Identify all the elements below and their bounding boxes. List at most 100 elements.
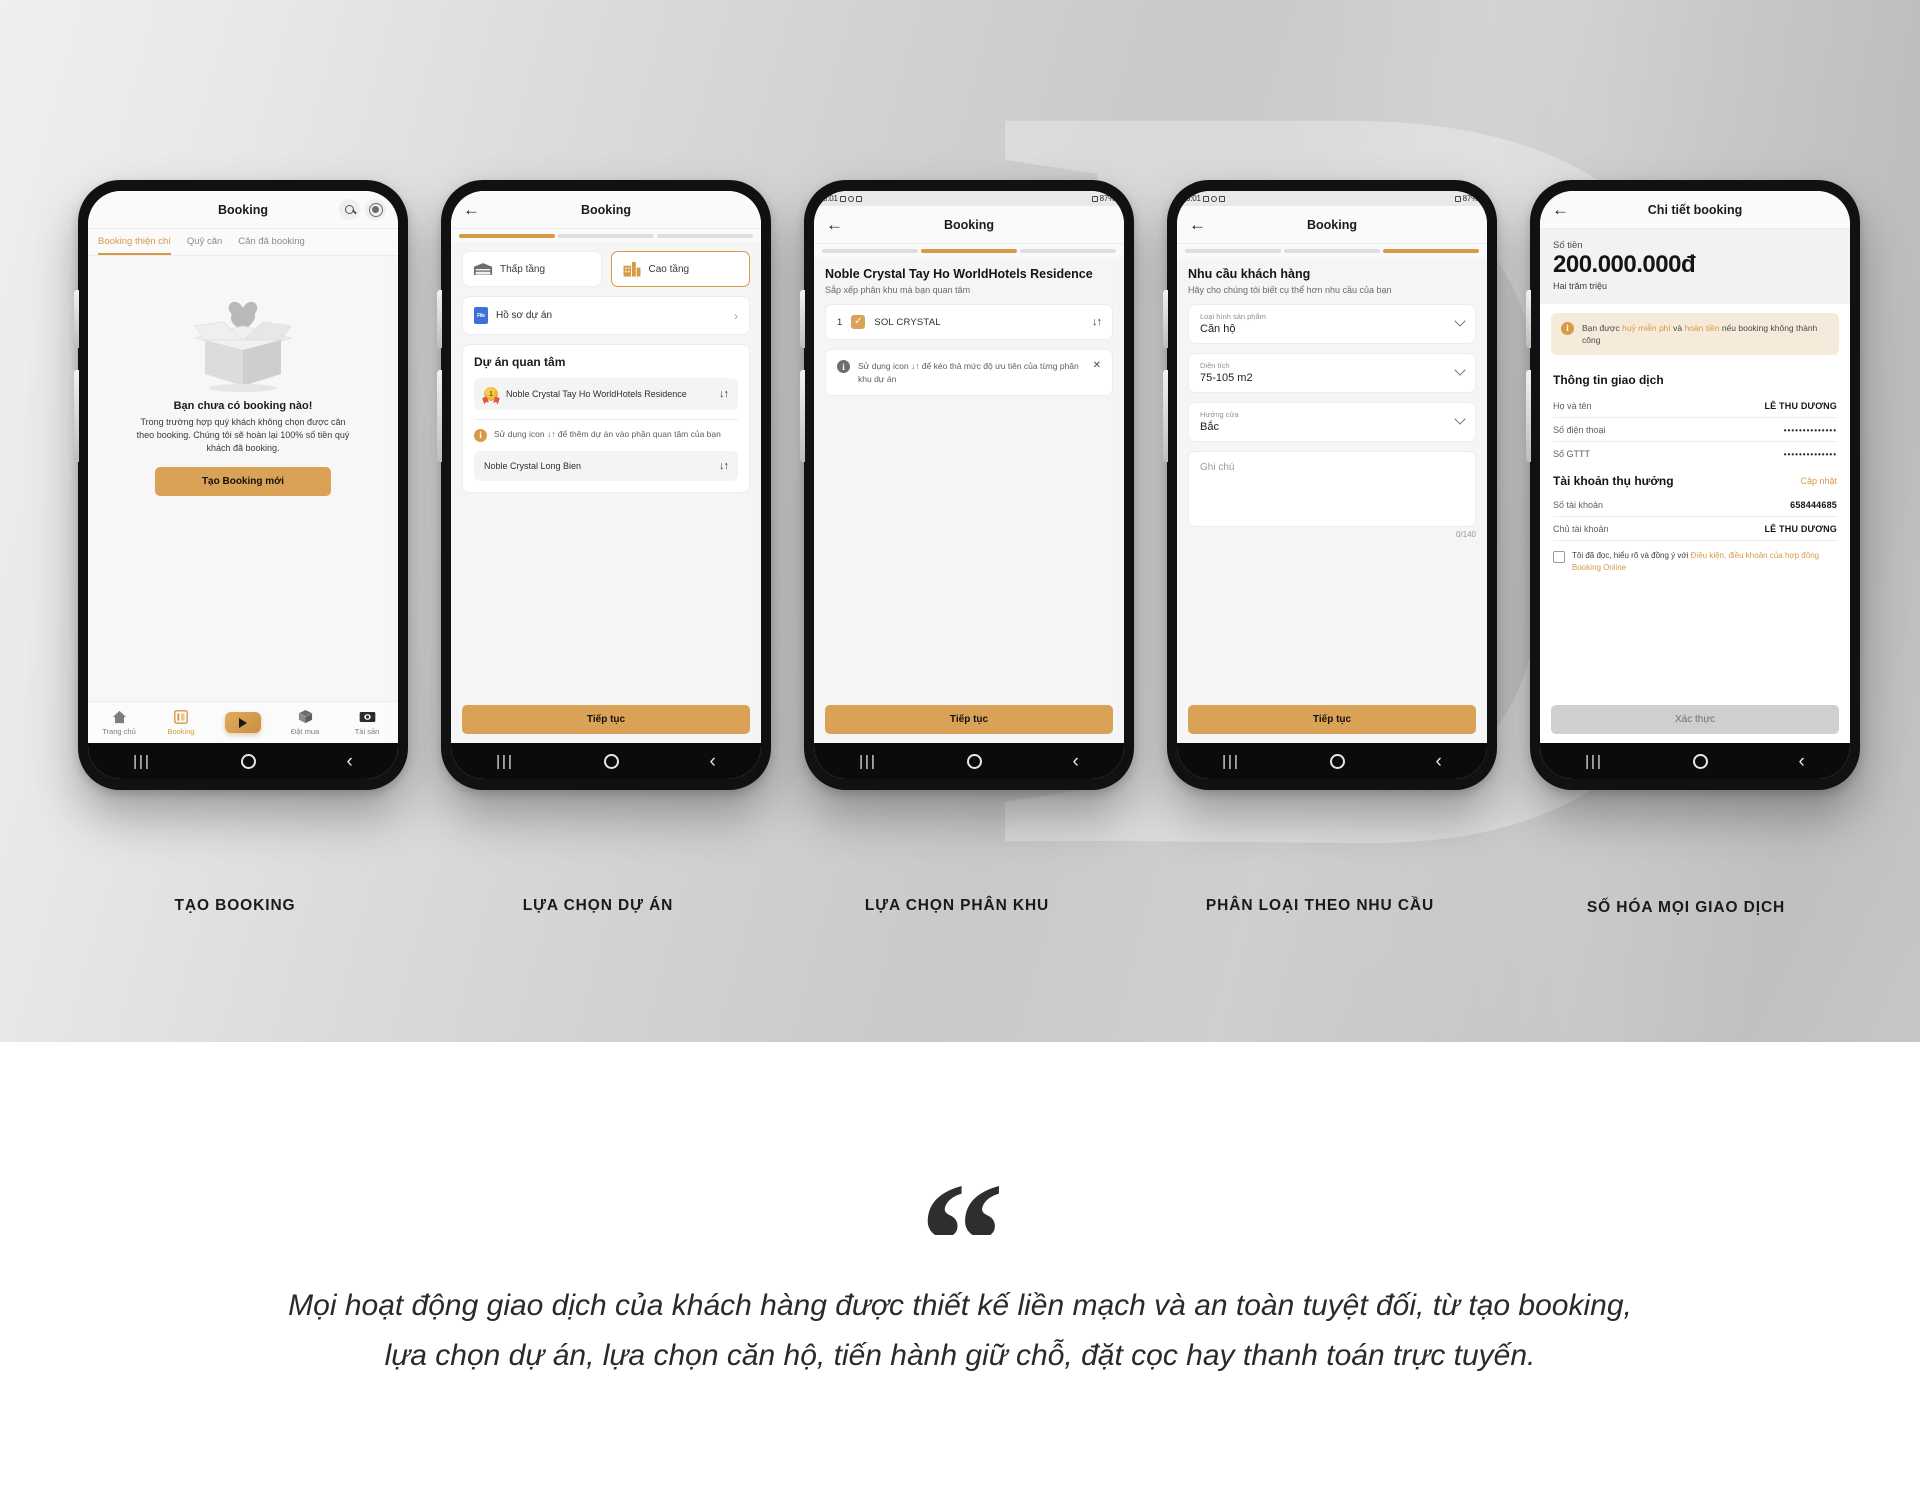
back-arrow-icon[interactable]: ←: [463, 201, 480, 218]
form-title: Nhu cầu khách hàng: [1188, 267, 1311, 281]
phone-2-header: ← Booking: [451, 191, 761, 229]
phone-4-body: Nhu cầu khách hàng Hãy cho chúng tôi biế…: [1177, 257, 1487, 697]
project-document-row[interactable]: File Hồ sơ dự án ›: [462, 296, 750, 335]
play-button-icon[interactable]: [225, 712, 261, 733]
os-recents-button[interactable]: |||: [133, 754, 151, 769]
nav-item-tai-san[interactable]: Tài sản: [339, 709, 395, 736]
tab-booking-thien-chi[interactable]: Booking thiện chí: [98, 229, 171, 255]
segment-thap-tang[interactable]: Thấp tầng: [462, 251, 602, 287]
phone-2-lua-chon-du-an: ← Booking Thấp tầng Cao tầng File Hồ sơ …: [437, 180, 771, 790]
sort-icon[interactable]: ↓↑: [719, 388, 729, 400]
tab-quy-can[interactable]: Quỹ căn: [187, 229, 222, 255]
os-home-button[interactable]: [1693, 753, 1709, 769]
phone-1-os-nav: ||| ‹: [88, 743, 398, 779]
row-key: Số điện thoại: [1553, 425, 1606, 436]
row-key: Số tài khoản: [1553, 500, 1604, 511]
low-rise-icon: [473, 263, 493, 275]
nav-item-play[interactable]: [215, 712, 271, 733]
verify-button[interactable]: Xác thực: [1551, 705, 1839, 734]
avatar-icon[interactable]: [365, 199, 386, 220]
phone-3-header: ← Booking: [814, 206, 1124, 244]
segment-label: Cao tầng: [648, 263, 690, 275]
property-type-segments: Thấp tầng Cao tầng: [462, 251, 750, 287]
file-icon: File: [474, 307, 488, 324]
nav-label: Đặt mua: [290, 727, 320, 736]
continue-button[interactable]: Tiếp tục: [825, 705, 1113, 734]
project-list-item[interactable]: 1 Noble Crystal Tay Ho WorldHotels Resid…: [474, 378, 738, 410]
amount-label: Số tiền: [1553, 240, 1583, 251]
nav-label: Tài sản: [354, 727, 380, 736]
row-value: 658444685: [1790, 500, 1837, 511]
back-arrow-icon[interactable]: ←: [1189, 216, 1206, 233]
refund-notice-text: Bạn được huỷ miễn phí và hoàn tiền nếu b…: [1582, 322, 1829, 347]
phone-3-status-bar: 5:01 87%: [814, 191, 1124, 206]
note-textarea[interactable]: Ghi chú: [1188, 451, 1476, 528]
update-link[interactable]: Cập nhật: [1800, 476, 1837, 486]
nav-item-dat-mua[interactable]: Đặt mua: [277, 709, 333, 736]
transaction-info-section: Thông tin giao dịch Họ và tên LÊ THU DƯƠ…: [1540, 364, 1850, 466]
nav-item-trang-chu[interactable]: Trang chủ: [91, 709, 147, 736]
os-recents-button[interactable]: |||: [496, 754, 514, 769]
phone-4-header: ← Booking: [1177, 206, 1487, 244]
notice-link-refund[interactable]: hoàn tiền: [1684, 323, 1719, 333]
notice-mid: và: [1670, 322, 1685, 333]
segment-label: Thấp tầng: [500, 263, 546, 275]
sort-icon[interactable]: ↓↑: [1092, 316, 1102, 328]
booking-icon: [174, 709, 188, 724]
os-home-button[interactable]: [967, 753, 983, 769]
sort-icon[interactable]: ↓↑: [719, 460, 729, 472]
os-back-button[interactable]: ‹: [1798, 752, 1804, 771]
field-dien-tich[interactable]: Diện tích 75-105 m2: [1188, 353, 1476, 394]
agreement-text: Tôi đã đọc, hiểu rõ và đồng ý với Điều k…: [1572, 550, 1837, 573]
os-home-button[interactable]: [241, 753, 257, 769]
continue-button[interactable]: Tiếp tục: [1188, 705, 1476, 734]
high-rise-icon: [623, 261, 640, 277]
os-recents-button[interactable]: |||: [1585, 754, 1603, 769]
os-recents-button[interactable]: |||: [859, 754, 877, 769]
project-name: Noble Crystal Tay Ho WorldHotels Residen…: [506, 388, 687, 399]
nav-label: Trang chủ: [102, 727, 136, 736]
agreement-checkbox[interactable]: [1553, 551, 1565, 564]
quote-mark-icon: “: [920, 1157, 1001, 1235]
field-huong-cua[interactable]: Hướng cửa Bắc: [1188, 402, 1476, 443]
create-booking-button[interactable]: Tạo Booking mới: [155, 467, 331, 497]
row-key: Họ và tên: [1553, 401, 1592, 412]
zone-hint-card: i Sử dụng icon ↓↑ để kéo thả mức độ ưu t…: [825, 349, 1113, 396]
zone-list-item[interactable]: 1 ✓ SOL CRYSTAL ↓↑: [825, 304, 1113, 341]
project-name: Noble Crystal Long Bien: [484, 461, 582, 471]
empty-box-illustration: [183, 282, 303, 394]
status-icon: [1091, 195, 1098, 202]
agreement-row[interactable]: Tôi đã đọc, hiểu rõ và đồng ý với Điều k…: [1553, 541, 1837, 573]
nav-item-booking[interactable]: Booking: [153, 709, 209, 736]
tab-can-da-booking[interactable]: Căn đã booking: [238, 229, 305, 255]
os-home-button[interactable]: [604, 753, 620, 769]
search-icon[interactable]: [339, 199, 360, 220]
field-label: Hướng cửa: [1200, 410, 1239, 420]
os-home-button[interactable]: [1330, 753, 1346, 769]
section-title: Thông tin giao dịch: [1553, 373, 1664, 388]
phone-1-header: Booking: [88, 191, 398, 229]
status-battery: 87%: [1099, 194, 1116, 203]
segment-cao-tang[interactable]: Cao tầng: [610, 251, 750, 287]
zone-checkbox[interactable]: ✓: [851, 315, 866, 330]
field-label: Loại hình sản phẩm: [1200, 312, 1266, 322]
os-back-button[interactable]: ‹: [1435, 752, 1441, 771]
back-arrow-icon[interactable]: ←: [1552, 201, 1569, 218]
row-key: Chủ tài khoản: [1553, 524, 1609, 535]
step-2: [558, 234, 654, 238]
close-icon[interactable]: ✕: [1093, 360, 1101, 371]
row-value: LÊ THU DƯƠNG: [1764, 401, 1837, 412]
back-arrow-icon[interactable]: ←: [826, 216, 843, 233]
chevron-right-icon: ›: [734, 308, 738, 323]
os-recents-button[interactable]: |||: [1222, 754, 1240, 769]
field-loai-hinh-san-pham[interactable]: Loại hình sản phẩm Căn hộ: [1188, 304, 1476, 345]
row-value: ••••••••••••••: [1783, 450, 1837, 460]
phone-4-status-bar: 5:01 87%: [1177, 191, 1487, 206]
refund-notice: i Bạn được huỷ miễn phí và hoàn tiền nếu…: [1551, 312, 1839, 356]
os-back-button[interactable]: ‹: [709, 752, 715, 771]
os-back-button[interactable]: ‹: [1072, 752, 1078, 771]
continue-button[interactable]: Tiếp tục: [462, 705, 750, 734]
notice-link-cancel[interactable]: huỷ miễn phí: [1622, 323, 1671, 333]
project-list-item[interactable]: Noble Crystal Long Bien ↓↑: [474, 451, 738, 482]
os-back-button[interactable]: ‹: [346, 752, 352, 771]
